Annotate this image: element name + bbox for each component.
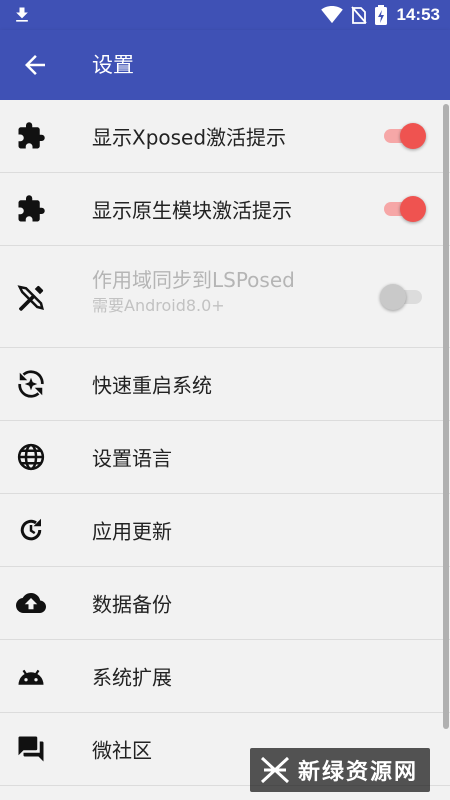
status-time: 14:53 — [396, 5, 440, 24]
setting-label: 系统扩展 — [92, 665, 172, 690]
battery-charging-icon — [374, 5, 387, 25]
status-bar: 14:53 — [0, 0, 450, 30]
watermark-logo-icon — [260, 756, 290, 784]
setting-label: 显示Xposed激活提示 — [92, 125, 287, 150]
setting-data-backup[interactable]: 数据备份 — [0, 567, 450, 640]
setting-label: 快速重启系统 — [92, 373, 212, 398]
scope-sync-toggle — [380, 283, 426, 310]
watermark: 新绿资源网 — [250, 748, 430, 792]
setting-show-xposed-hint[interactable]: 显示Xposed激活提示 — [0, 100, 450, 173]
tools-icon — [17, 284, 44, 311]
wifi-icon — [320, 6, 343, 24]
no-sim-icon — [350, 6, 367, 24]
scope-sync-text: 作用域同步到LSPosed 需要Android8.0+ — [92, 266, 295, 318]
page-title: 设置 — [92, 53, 134, 77]
setting-system-extension[interactable]: 系统扩展 — [0, 640, 450, 713]
back-arrow-icon[interactable] — [20, 50, 50, 80]
scrollbar[interactable] — [443, 104, 449, 729]
globe-icon — [17, 443, 45, 471]
watermark-text: 新绿资源网 — [298, 760, 419, 785]
setting-label: 设置语言 — [92, 446, 172, 471]
setting-app-update[interactable]: 应用更新 — [0, 494, 450, 567]
settings-list: 显示Xposed激活提示 显示原生模块激活提示 作用域同步到LSPosed 需要… — [0, 100, 450, 800]
setting-label: 作用域同步到LSPosed — [92, 268, 295, 292]
update-icon — [20, 518, 42, 541]
setting-label: 微社区 — [92, 738, 152, 763]
setting-label: 应用更新 — [92, 519, 172, 544]
restart-icon — [18, 370, 44, 398]
puzzle-icon — [18, 122, 45, 149]
cloud-upload-icon — [16, 593, 46, 613]
xposed-hint-toggle[interactable] — [380, 123, 426, 149]
android-icon — [18, 669, 44, 685]
setting-label: 数据备份 — [92, 592, 172, 617]
app-bar: 设置 — [0, 30, 450, 100]
setting-scope-sync-lsposed: 作用域同步到LSPosed 需要Android8.0+ — [0, 246, 450, 348]
setting-label: 显示原生模块激活提示 — [92, 198, 292, 223]
native-hint-toggle[interactable] — [380, 196, 426, 222]
setting-sublabel: 需要Android8.0+ — [92, 296, 225, 315]
setting-show-native-hint[interactable]: 显示原生模块激活提示 — [0, 173, 450, 246]
setting-language[interactable]: 设置语言 — [0, 421, 450, 494]
setting-quick-reboot[interactable]: 快速重启系统 — [0, 348, 450, 421]
forum-icon — [18, 736, 44, 762]
puzzle-icon — [18, 195, 45, 222]
download-icon — [16, 7, 28, 22]
